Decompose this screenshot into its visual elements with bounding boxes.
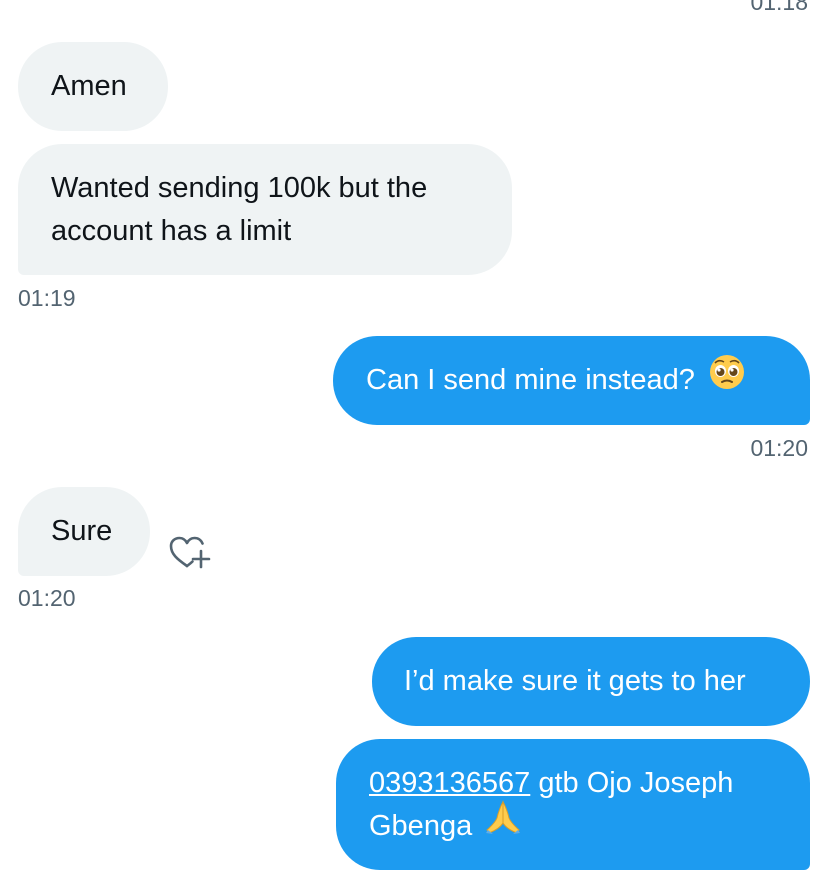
heart-plus-icon[interactable] bbox=[167, 533, 213, 573]
message-bubble-incoming[interactable]: Sure bbox=[18, 487, 150, 576]
message-bubble-outgoing[interactable]: Can I send mine instead? bbox=[333, 336, 810, 425]
message-text: Wanted sending 100k but the bbox=[51, 172, 428, 204]
folded-hands-emoji bbox=[484, 799, 522, 848]
message-text: I’d make sure it gets to her bbox=[404, 665, 746, 697]
message-bubble-incoming[interactable]: Wanted sending 100k but the account has … bbox=[18, 144, 512, 275]
phone-number-link[interactable]: 0393136567 bbox=[369, 767, 530, 799]
timestamp: 01:18 bbox=[750, 0, 808, 15]
message-text: account has a limit bbox=[51, 215, 292, 247]
message-bubble-incoming[interactable]: Amen bbox=[18, 42, 168, 131]
message-text: Amen bbox=[51, 70, 127, 102]
message-bubble-outgoing[interactable]: I’d make sure it gets to her bbox=[372, 637, 810, 726]
message-text: gtb Ojo Joseph bbox=[530, 767, 734, 799]
timestamp: 01:19 bbox=[18, 285, 76, 311]
timestamp: 01:20 bbox=[18, 585, 76, 611]
pleading-face-emoji bbox=[709, 354, 745, 403]
message-text: Gbenga bbox=[369, 810, 473, 842]
message-bubble-outgoing[interactable]: 0393136567 gtb Ojo Joseph Gbenga bbox=[336, 739, 810, 870]
message-text: Sure bbox=[51, 515, 113, 547]
timestamp: 01:20 bbox=[750, 435, 808, 461]
message-text: Can I send mine instead? bbox=[366, 364, 695, 396]
